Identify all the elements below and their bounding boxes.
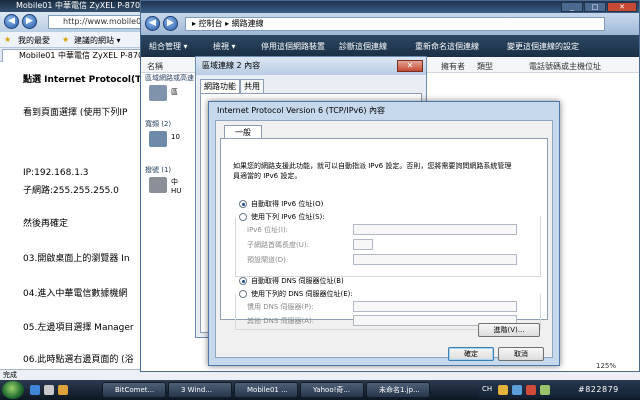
- column-type[interactable]: 類型: [477, 61, 493, 72]
- prefix-length-label: 子網路首碼長度(U):: [247, 241, 309, 249]
- command-bar: 組合管理 ▾ 檢視 ▾ 停用這個網路裝置 診斷這個連線 重新命名這個連線 變更這…: [141, 35, 639, 57]
- ipv6-description: 如果您的網路支援此功能，就可以自動指派 IPv6 設定。否則，您將需要詢問網路系…: [233, 162, 512, 180]
- auto-dns-label: 自動取得 DNS 伺服器位址(B): [251, 277, 344, 285]
- content-line: 點選 Internet Protocol(TC: [23, 75, 148, 85]
- general-panel: 如果您的網路支援此功能，就可以自動指派 IPv6 設定。否則，您將需要詢問網路系…: [220, 138, 548, 330]
- taskbar-image[interactable]: 未命名1.jp...: [366, 382, 430, 398]
- column-phone[interactable]: 電話號碼或主機位址: [529, 61, 601, 72]
- zoom-level[interactable]: 125%: [596, 362, 616, 370]
- broadband-item-label[interactable]: 10: [171, 133, 180, 141]
- lan-item-label[interactable]: 區: [171, 87, 178, 97]
- content-line: 子網路:255.255.255.0: [23, 186, 119, 196]
- taskbar-windows[interactable]: 3 Wind...: [168, 382, 232, 398]
- maximize-button[interactable]: □: [584, 2, 606, 12]
- cancel-button[interactable]: 取消: [498, 347, 544, 361]
- broadband-icon[interactable]: [149, 131, 167, 147]
- start-button[interactable]: [2, 381, 24, 399]
- tray-icon[interactable]: [498, 385, 508, 395]
- breadcrumb[interactable]: ▸ 控制台 ▸ 網路連線: [185, 17, 605, 31]
- ipv6-title: Internet Protocol Version 6 (TCP/IPv6) 內…: [217, 106, 385, 115]
- content-line: IP:192.168.1.3: [23, 168, 89, 178]
- auto-dns-option[interactable]: 自動取得 DNS 伺服器位址(B): [239, 276, 344, 286]
- column-name[interactable]: 名稱: [147, 61, 163, 72]
- minimize-button[interactable]: _: [561, 2, 583, 12]
- folder-quicklaunch-icon[interactable]: [58, 385, 68, 395]
- tray-icon[interactable]: [526, 385, 536, 395]
- auto-dns-radio[interactable]: [239, 277, 247, 285]
- add-favorite-icon[interactable]: ★: [62, 35, 69, 44]
- ipv6-properties-dialog: Internet Protocol Version 6 (TCP/IPv6) 內…: [208, 101, 560, 366]
- tab-networking[interactable]: 網路功能: [200, 79, 240, 93]
- ipv6-address-input[interactable]: [353, 224, 517, 235]
- browser-tab[interactable]: Mobile01 中華電信 ZyXEL P-870HA: [2, 49, 142, 62]
- diagnose-button[interactable]: 診斷這個連線: [339, 41, 387, 52]
- forward-button[interactable]: ▶: [22, 14, 37, 29]
- taskbar-bitcomet[interactable]: BitComet...: [102, 382, 166, 398]
- preferred-dns-input[interactable]: [353, 301, 517, 312]
- explorer-back-button[interactable]: ◀: [145, 16, 160, 31]
- column-owner[interactable]: 擁有者: [441, 61, 465, 72]
- content-line: 03.開啟桌面上的瀏覽器 In: [23, 254, 130, 264]
- tray-icon[interactable]: [540, 385, 550, 395]
- language-indicator[interactable]: CH: [482, 385, 492, 393]
- taskbar: BitComet... 3 Wind... Mobile01 ... Yahoo…: [0, 380, 640, 400]
- tray-icon[interactable]: [512, 385, 522, 395]
- url-input[interactable]: http://www.mobile01.: [48, 15, 148, 29]
- lan-adapter-icon[interactable]: [149, 85, 167, 101]
- group-broadband: 寬頻 (2): [145, 120, 172, 128]
- explorer-titlebar: _ □ ✕: [141, 1, 639, 13]
- default-gateway-input[interactable]: [353, 254, 517, 265]
- group-dialup: 撥號 (1): [145, 166, 172, 174]
- desktop-quicklaunch-icon[interactable]: [44, 385, 54, 395]
- close-button[interactable]: ✕: [607, 2, 637, 12]
- prefix-length-input[interactable]: [353, 239, 373, 250]
- content-line: 04.進入中華電信數據機網: [23, 289, 128, 299]
- system-tray: CH #822879: [478, 382, 640, 398]
- default-gateway-label: 預設閘道(D):: [247, 256, 289, 264]
- auto-ip-radio[interactable]: [239, 200, 247, 208]
- view-button[interactable]: 檢視 ▾: [213, 41, 236, 52]
- disable-device-button[interactable]: 停用這個網路裝置: [261, 41, 325, 52]
- ipv6-body: 一般 如果您的網路支援此功能，就可以自動指派 IPv6 設定。否則，您將需要詢問…: [215, 120, 553, 361]
- favorites-button[interactable]: 我的最愛: [18, 35, 50, 46]
- lac-title: 區域連線 2 內容: [196, 57, 426, 75]
- explorer-forward-button[interactable]: ▶: [163, 16, 178, 31]
- explorer-address-bar: ◀ ▶ ▸ 控制台 ▸ 網路連線: [141, 13, 639, 35]
- auto-ip-option[interactable]: 自動取得 IPv6 位址(O): [239, 199, 323, 209]
- rename-button[interactable]: 重新命名這個連線: [415, 41, 479, 52]
- tab-sharing[interactable]: 共用: [240, 79, 264, 93]
- favorites-star-icon[interactable]: ★: [4, 35, 11, 44]
- ipv6-address-label: IPv6 位址(I):: [247, 226, 288, 234]
- lac-close-button[interactable]: ✕: [397, 60, 423, 72]
- content-line: 然後再確定: [23, 219, 69, 229]
- dialup-item-sub: HU: [171, 187, 182, 195]
- group-lan: 區域網路或高速: [145, 74, 194, 82]
- content-line: 看到頁面選擇 (使用下列IP: [23, 108, 128, 118]
- alternate-dns-label: 其他 DNS 伺服器(A):: [247, 317, 315, 325]
- organize-button[interactable]: 組合管理 ▾: [149, 41, 188, 52]
- auto-ip-label: 自動取得 IPv6 位址(O): [251, 200, 324, 208]
- suggested-sites-button[interactable]: 建議的網站 ▾: [74, 35, 121, 46]
- ok-button[interactable]: 確定: [448, 347, 494, 361]
- watermark-text: #822879: [578, 385, 619, 394]
- tab-general[interactable]: 一般: [224, 125, 262, 139]
- advanced-button[interactable]: 進階(V)...: [478, 323, 540, 337]
- content-line: 05.左邊項目選擇 Manager: [23, 323, 134, 333]
- change-settings-button[interactable]: 變更這個連線的設定: [507, 41, 579, 52]
- dialup-item-label[interactable]: 中: [171, 177, 178, 187]
- content-line: 06.此時點選右邊頁面的 (浴: [23, 355, 134, 365]
- taskbar-mobile01[interactable]: Mobile01 ...: [234, 382, 298, 398]
- dialup-icon[interactable]: [149, 177, 167, 193]
- taskbar-yahoo[interactable]: Yahoo!奇...: [300, 382, 364, 398]
- back-button[interactable]: ◀: [4, 14, 19, 29]
- ie-quicklaunch-icon[interactable]: [30, 385, 40, 395]
- preferred-dns-label: 慣用 DNS 伺服器(P):: [247, 303, 314, 311]
